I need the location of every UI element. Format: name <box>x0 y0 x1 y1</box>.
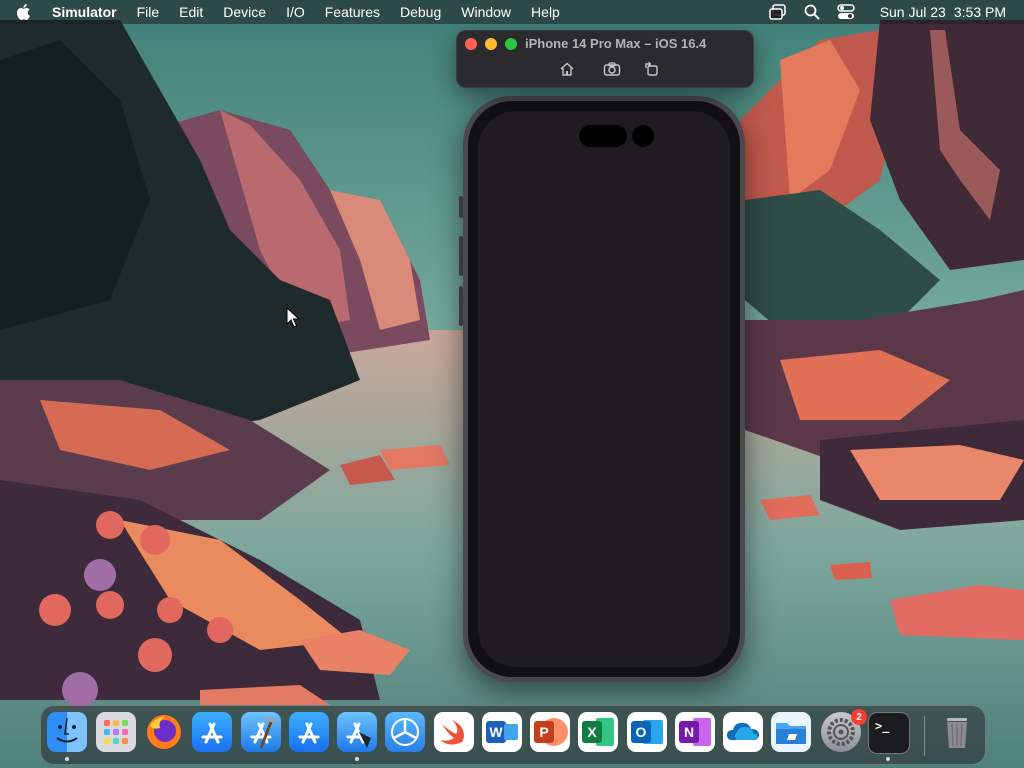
iphone-simulator-device <box>459 96 745 682</box>
clock-time: 3:53 PM <box>953 4 1006 20</box>
volume-up-button[interactable] <box>459 236 463 276</box>
firefox-icon <box>147 715 181 749</box>
trash-icon <box>947 718 967 748</box>
dock-app-app-store[interactable] <box>192 712 232 752</box>
dock-separator <box>924 716 925 756</box>
apple-icon[interactable] <box>14 2 34 22</box>
dock-app-app-store-2[interactable] <box>289 712 329 752</box>
simulator-window-title: iPhone 14 Pro Max – iOS 16.4 <box>525 36 707 51</box>
rotate-icon <box>645 61 658 76</box>
screen-mirroring-icon[interactable] <box>768 2 788 22</box>
dock-app-outlook[interactable]: O <box>627 712 667 752</box>
finder-icon <box>56 717 78 743</box>
action-button[interactable] <box>459 196 463 218</box>
phone-screen[interactable] <box>478 111 730 667</box>
excel-icon: X <box>587 724 597 740</box>
dock-app-launchpad[interactable] <box>96 712 136 752</box>
dock-app-finder[interactable] <box>47 712 87 752</box>
menu-bar-clock[interactable]: Sun Jul 23 3:53 PM <box>872 4 1006 20</box>
dock-app-firefox[interactable] <box>144 712 184 752</box>
file-explorer-icon <box>776 723 806 744</box>
app-store-icon <box>201 722 223 744</box>
home-button[interactable] <box>558 60 576 78</box>
menu-io[interactable]: I/O <box>286 4 305 20</box>
dynamic-island <box>579 125 627 147</box>
dock-app-onenote[interactable]: N <box>675 712 715 752</box>
control-center-icon[interactable] <box>836 2 856 22</box>
swift-icon <box>440 720 464 745</box>
notification-badge: 2 <box>851 709 867 725</box>
dock-app-word[interactable]: W <box>482 712 522 752</box>
window-maximize-button[interactable] <box>505 38 517 50</box>
dock-app-trash[interactable] <box>937 712 977 752</box>
instruments-icon <box>391 718 419 746</box>
powerpoint-icon: P <box>539 724 549 740</box>
dock-app-powerpoint[interactable]: P <box>530 712 570 752</box>
rotate-button[interactable] <box>643 60 661 78</box>
menu-features[interactable]: Features <box>325 4 380 20</box>
menu-help[interactable]: Help <box>531 4 560 20</box>
xcode-icon <box>346 722 371 748</box>
menu-window[interactable]: Window <box>461 4 511 20</box>
window-close-button[interactable] <box>465 38 477 50</box>
outlook-icon: O <box>635 724 647 740</box>
launchpad-icon <box>104 720 128 744</box>
terminal-icon: >_ <box>875 719 890 733</box>
dock: W P X O N 2 >_ <box>40 705 986 765</box>
home-icon <box>560 62 574 76</box>
dock-app-onedrive[interactable] <box>723 712 763 752</box>
menu-device[interactable]: Device <box>223 4 266 20</box>
onedrive-icon <box>727 722 759 740</box>
onenote-icon: N <box>683 724 695 740</box>
screenshot-button[interactable] <box>603 60 621 78</box>
dock-app-xcode[interactable] <box>241 712 281 752</box>
word-icon: W <box>489 724 503 740</box>
menu-bar: Simulator File Edit Device I/O Features … <box>0 0 1024 24</box>
simulator-title-bar[interactable]: iPhone 14 Pro Max – iOS 16.4 <box>456 30 754 88</box>
phone-bezel <box>468 101 740 677</box>
dock-app-file-explorer[interactable] <box>771 712 811 752</box>
dock-app-xcode-2[interactable] <box>337 712 377 752</box>
menu-bar-status-area: Sun Jul 23 3:53 PM <box>754 0 1006 24</box>
dock-app-terminal[interactable]: >_ <box>868 712 910 754</box>
volume-down-button[interactable] <box>459 286 463 326</box>
xcode-icon <box>250 718 277 749</box>
screenshot-icon <box>603 62 621 76</box>
window-minimize-button[interactable] <box>485 38 497 50</box>
front-camera <box>632 125 654 147</box>
menu-app-name[interactable]: Simulator <box>52 4 117 20</box>
dock-app-instruments[interactable] <box>385 712 425 752</box>
menu-debug[interactable]: Debug <box>400 4 441 20</box>
menu-edit[interactable]: Edit <box>179 4 203 20</box>
spotlight-search-icon[interactable] <box>802 2 822 22</box>
dock-app-system-settings[interactable]: 2 <box>821 709 867 752</box>
dock-app-swift-playgrounds[interactable] <box>434 712 474 752</box>
running-indicator <box>886 757 890 761</box>
app-store-icon <box>298 722 320 744</box>
dock-app-excel[interactable]: X <box>578 712 618 752</box>
running-indicator <box>355 757 359 761</box>
menu-file[interactable]: File <box>137 4 160 20</box>
mouse-cursor-icon <box>286 307 300 328</box>
running-indicator <box>65 757 69 761</box>
clock-date: Sun Jul 23 <box>879 4 946 20</box>
